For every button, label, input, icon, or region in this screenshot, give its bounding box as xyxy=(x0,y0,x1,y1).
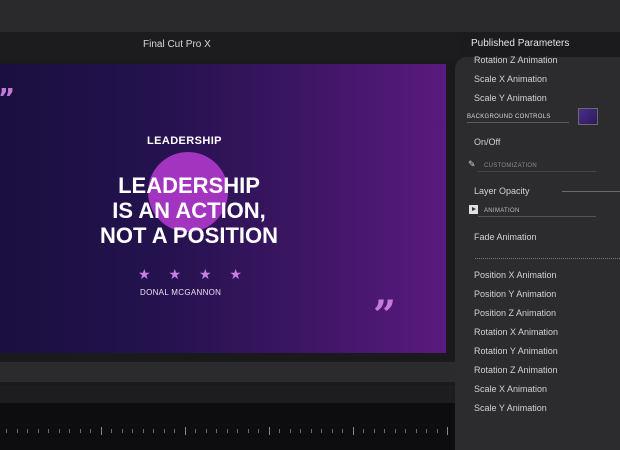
param-scale-y-anim[interactable]: Scale Y Animation xyxy=(474,403,547,413)
ruler-tick xyxy=(374,429,375,433)
viewer-titlebar xyxy=(0,33,458,61)
quote-text: LEADERSHIP IS AN ACTION, NOT A POSITION xyxy=(60,173,318,248)
section-customization: CUSTOMIZATION xyxy=(484,163,538,169)
param-layer-opacity[interactable]: Layer Opacity xyxy=(474,186,530,196)
ruler-tick xyxy=(216,429,217,433)
timeline-header xyxy=(0,385,458,403)
star-icon: ★ xyxy=(138,266,151,282)
param-rotation-z[interactable]: Rotation Z Animation xyxy=(474,55,558,65)
star-icon: ★ xyxy=(198,266,212,282)
ruler-tick xyxy=(59,429,60,433)
play-icon xyxy=(469,205,478,214)
section-background-controls: BACKGROUND CONTROLS xyxy=(467,114,551,120)
ruler-tick xyxy=(174,429,175,433)
divider xyxy=(478,171,596,172)
param-scale-y[interactable]: Scale Y Animation xyxy=(474,93,547,103)
ruler-tick xyxy=(17,429,18,433)
star-icon: ★ xyxy=(168,266,182,282)
ruler-tick xyxy=(111,429,112,433)
quote-line: LEADERSHIP xyxy=(118,173,260,198)
ruler-tick xyxy=(185,427,186,435)
ruler-tick xyxy=(122,429,123,433)
ruler-tick xyxy=(395,429,396,433)
ruler-tick xyxy=(342,429,343,433)
image-thumbnail-icon[interactable] xyxy=(578,108,598,125)
divider xyxy=(478,216,596,217)
param-scale-x-anim[interactable]: Scale X Animation xyxy=(474,384,547,394)
ruler-tick xyxy=(195,429,196,433)
viewer-headline: LEADERSHIP xyxy=(147,135,222,147)
param-on-off[interactable]: On/Off xyxy=(474,137,500,147)
param-rotation-z-anim[interactable]: Rotation Z Animation xyxy=(474,365,558,375)
param-scale-x[interactable]: Scale X Animation xyxy=(474,74,547,84)
ruler-tick xyxy=(164,429,165,433)
divider xyxy=(467,122,569,123)
ruler-tick xyxy=(153,429,154,433)
opacity-slider[interactable] xyxy=(562,191,620,192)
top-toolbar xyxy=(0,0,620,33)
ruler-tick xyxy=(227,429,228,433)
section-animation: ANIMATION xyxy=(484,208,520,214)
ruler-tick xyxy=(69,429,70,433)
ruler-tick xyxy=(101,427,102,435)
ruler-tick xyxy=(38,429,39,433)
param-rotation-x[interactable]: Rotation X Animation xyxy=(474,327,558,337)
star-rating: ★ ★ ★ ★ xyxy=(138,266,242,283)
ruler-tick xyxy=(426,429,427,433)
ruler-tick xyxy=(279,429,280,433)
open-quote-mark: ” xyxy=(0,84,15,114)
timeline-ruler[interactable] xyxy=(0,427,458,437)
ruler-tick xyxy=(321,429,322,433)
panel-title: Published Parameters xyxy=(471,38,570,49)
quote-author: DONAL MCGANNON xyxy=(140,288,222,297)
ruler-tick xyxy=(27,429,28,433)
ruler-tick xyxy=(447,427,448,435)
star-icon: ★ xyxy=(229,266,242,282)
ruler-tick xyxy=(353,427,354,435)
video-viewer[interactable]: ” LEADERSHIP LEADERSHIP IS AN ACTION, NO… xyxy=(0,64,446,353)
ruler-tick xyxy=(300,429,301,433)
ruler-tick xyxy=(416,429,417,433)
param-position-y[interactable]: Position Y Animation xyxy=(474,289,556,299)
quote-line: NOT A POSITION xyxy=(99,223,279,248)
ruler-tick xyxy=(80,429,81,433)
ruler-tick xyxy=(248,429,249,433)
close-quote-mark: ” xyxy=(373,292,397,339)
ruler-tick xyxy=(269,427,270,435)
app-title: Final Cut Pro X xyxy=(143,39,211,50)
param-rotation-y[interactable]: Rotation Y Animation xyxy=(474,346,558,356)
dotted-divider xyxy=(475,258,620,259)
ruler-tick xyxy=(290,429,291,433)
ruler-tick xyxy=(384,429,385,433)
ruler-tick xyxy=(258,429,259,433)
ruler-tick xyxy=(311,429,312,433)
ruler-tick xyxy=(6,429,7,433)
viewer-controls-strip xyxy=(0,362,458,382)
ruler-tick xyxy=(363,429,364,433)
param-position-x[interactable]: Position X Animation xyxy=(474,270,557,280)
param-position-z[interactable]: Position Z Animation xyxy=(474,308,556,318)
ruler-tick xyxy=(405,429,406,433)
ruler-tick xyxy=(437,429,438,433)
param-fade-animation[interactable]: Fade Animation xyxy=(474,232,537,242)
ruler-tick xyxy=(206,429,207,433)
ruler-tick xyxy=(143,429,144,433)
ruler-tick xyxy=(237,429,238,433)
ruler-tick xyxy=(332,429,333,433)
ruler-tick xyxy=(90,429,91,433)
quote-line: IS AN ACTION, xyxy=(112,198,266,223)
ruler-tick xyxy=(132,429,133,433)
ruler-tick xyxy=(48,429,49,433)
pencil-icon: ✎ xyxy=(468,159,476,169)
